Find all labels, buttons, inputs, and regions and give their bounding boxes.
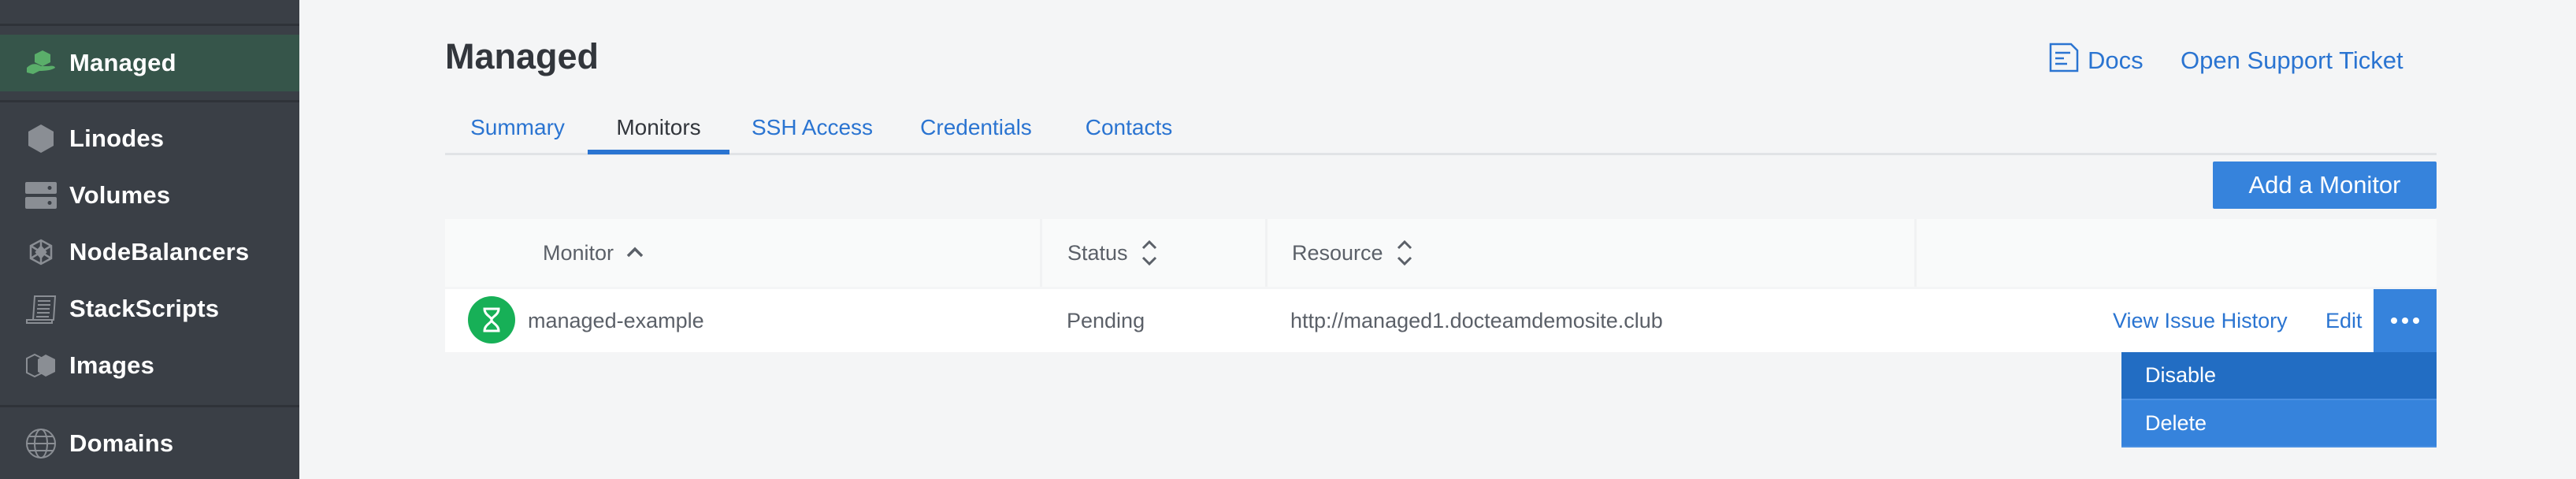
column-divider bbox=[1914, 219, 1917, 287]
tab-summary[interactable]: Summary bbox=[455, 102, 581, 153]
monitor-name: managed-example bbox=[528, 308, 704, 332]
menu-divider bbox=[2121, 446, 2437, 447]
sidebar-item-label: NodeBalancers bbox=[69, 238, 250, 265]
monitor-resource: http://managed1.docteamdemosite.club bbox=[1290, 308, 1663, 332]
tab-monitors[interactable]: Monitors bbox=[588, 102, 729, 153]
docs-link[interactable]: Docs bbox=[2048, 43, 2144, 79]
sidebar-divider bbox=[0, 100, 299, 102]
add-monitor-button[interactable]: Add a Monitor bbox=[2213, 162, 2437, 209]
column-header-resource[interactable]: Resource bbox=[1292, 219, 1415, 287]
tabs-baseline bbox=[445, 153, 2437, 155]
column-header-monitor[interactable]: Monitor bbox=[543, 219, 645, 287]
monitor-status: Pending bbox=[1067, 308, 1145, 332]
edit-link[interactable]: Edit bbox=[2325, 289, 2363, 352]
volumes-icon bbox=[25, 180, 57, 211]
docs-label: Docs bbox=[2088, 46, 2144, 74]
sidebar-item-volumes[interactable]: Volumes bbox=[0, 167, 299, 224]
sidebar: Managed Linodes Volumes NodeBalancers St… bbox=[0, 0, 299, 479]
sidebar-item-label: Domains bbox=[69, 429, 174, 457]
sidebar-divider bbox=[0, 405, 299, 407]
table-header bbox=[445, 219, 2437, 287]
view-issue-history-link[interactable]: View Issue History bbox=[2113, 289, 2288, 352]
sidebar-item-label: Linodes bbox=[69, 124, 165, 152]
column-header-status[interactable]: Status bbox=[1067, 219, 1160, 287]
open-support-ticket-link[interactable]: Open Support Ticket bbox=[2181, 43, 2403, 79]
column-divider bbox=[1265, 219, 1268, 287]
images-icon bbox=[25, 350, 57, 381]
more-actions-button[interactable] bbox=[2374, 289, 2437, 352]
sidebar-item-linodes[interactable]: Linodes bbox=[0, 110, 299, 167]
tab-ssh-access[interactable]: SSH Access bbox=[741, 102, 884, 153]
menu-item-delete[interactable]: Delete bbox=[2121, 400, 2437, 447]
column-label: Status bbox=[1067, 240, 1128, 265]
document-icon bbox=[2048, 42, 2080, 80]
managed-hand-icon bbox=[25, 47, 57, 79]
tab-credentials[interactable]: Credentials bbox=[904, 102, 1048, 153]
sort-unsorted-icon bbox=[1139, 239, 1160, 267]
column-divider bbox=[1040, 219, 1042, 287]
ellipsis-icon bbox=[2391, 317, 2397, 324]
sidebar-item-domains[interactable]: Domains bbox=[0, 415, 299, 472]
globe-icon bbox=[25, 428, 57, 459]
sidebar-item-images[interactable]: Images bbox=[0, 337, 299, 394]
sort-unsorted-icon bbox=[1394, 239, 1415, 267]
scroll-icon bbox=[25, 293, 57, 325]
column-label: Monitor bbox=[543, 240, 614, 265]
nodebalancer-icon bbox=[25, 236, 57, 268]
sidebar-item-managed[interactable]: Managed bbox=[0, 35, 299, 91]
ellipsis-icon bbox=[2413, 317, 2419, 324]
sidebar-item-nodebalancers[interactable]: NodeBalancers bbox=[0, 224, 299, 280]
page-title: Managed bbox=[445, 36, 599, 76]
sidebar-divider bbox=[0, 24, 299, 26]
sidebar-item-label: Managed bbox=[69, 49, 176, 76]
sidebar-item-label: Images bbox=[69, 351, 155, 379]
hourglass-icon bbox=[468, 296, 515, 343]
active-tab-indicator bbox=[588, 150, 729, 154]
ellipsis-icon bbox=[2402, 317, 2408, 324]
menu-item-disable[interactable]: Disable bbox=[2121, 352, 2437, 399]
hexagon-icon bbox=[25, 123, 57, 154]
sidebar-item-stackscripts[interactable]: StackScripts bbox=[0, 280, 299, 337]
tab-contacts[interactable]: Contacts bbox=[1070, 102, 1188, 153]
sort-ascending-icon bbox=[625, 245, 645, 261]
sidebar-item-label: Volumes bbox=[69, 181, 171, 209]
column-label: Resource bbox=[1292, 240, 1383, 265]
sidebar-item-label: StackScripts bbox=[69, 295, 220, 322]
